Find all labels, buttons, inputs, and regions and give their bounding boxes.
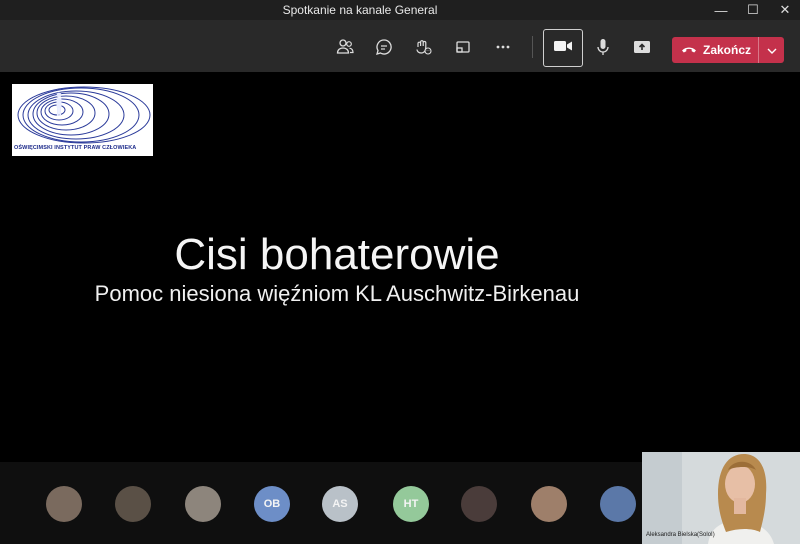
participant-avatar[interactable]: AS	[322, 486, 358, 522]
participant-avatar[interactable]	[46, 486, 82, 522]
end-call-label: Zakończ	[703, 43, 752, 57]
participant-avatar[interactable]: HT	[393, 486, 429, 522]
camera-icon	[553, 38, 573, 59]
end-call-button[interactable]: Zakończ	[672, 37, 784, 63]
camera-button[interactable]	[543, 29, 583, 67]
window-title-bar: Spotkanie na kanale General — ☐ ✕	[0, 0, 800, 20]
participants-icon[interactable]	[330, 32, 360, 62]
self-participant-name: Aleksandra Bielska(SoloI)	[646, 532, 715, 538]
end-call-dropdown[interactable]	[759, 37, 784, 63]
maximize-button[interactable]: ☐	[738, 0, 768, 20]
participant-avatar[interactable]	[461, 486, 497, 522]
self-video-preview[interactable]: Aleksandra Bielska(SoloI)	[642, 452, 800, 544]
end-call-main[interactable]: Zakończ	[672, 37, 758, 63]
logo-caption: OŚWIĘCIMSKI INSTYTUT PRAW CZŁOWIEKA	[14, 145, 137, 151]
close-button[interactable]: ✕	[770, 0, 800, 20]
microphone-icon[interactable]	[588, 32, 618, 62]
chat-icon[interactable]	[369, 32, 399, 62]
participant-avatar[interactable]	[531, 486, 567, 522]
participant-avatar[interactable]	[185, 486, 221, 522]
more-options-icon[interactable]	[488, 32, 518, 62]
self-video-image	[642, 452, 800, 544]
reactions-icon[interactable]	[408, 32, 438, 62]
participant-avatar[interactable]: OB	[254, 486, 290, 522]
hang-up-icon	[681, 41, 697, 59]
participant-avatar[interactable]	[600, 486, 636, 522]
window-title: Spotkanie na kanale General	[282, 3, 438, 17]
institute-logo: OŚWIĘCIMSKI INSTYTUT PRAW CZŁOWIEKA	[12, 84, 153, 156]
participant-avatar[interactable]	[115, 486, 151, 522]
spiral-logo-graphic	[17, 86, 151, 144]
toolbar-separator	[532, 36, 533, 58]
slide-title: Cisi bohaterowie	[174, 230, 500, 279]
share-content-icon[interactable]	[627, 32, 657, 62]
share-tray-icon[interactable]	[448, 32, 478, 62]
slide-subtitle: Pomoc niesiona więźniom KL Auschwitz-Bir…	[94, 281, 580, 306]
chevron-down-icon	[767, 41, 777, 59]
meeting-toolbar: Zakończ	[0, 20, 800, 72]
minimize-button[interactable]: —	[706, 0, 736, 20]
